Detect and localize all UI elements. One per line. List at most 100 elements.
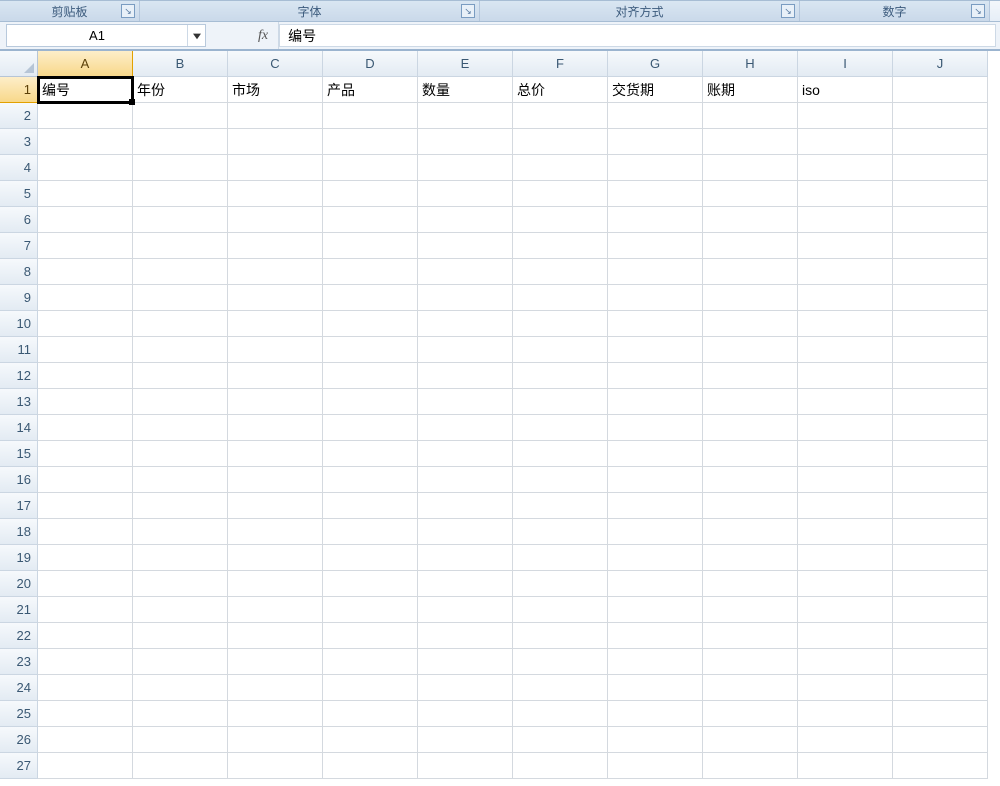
cell[interactable]	[513, 337, 608, 363]
cell[interactable]	[133, 519, 228, 545]
cell[interactable]	[798, 545, 893, 571]
cell[interactable]	[323, 441, 418, 467]
column-header[interactable]: D	[323, 51, 418, 77]
cell[interactable]	[703, 389, 798, 415]
cell[interactable]	[893, 727, 988, 753]
cell[interactable]	[418, 753, 513, 779]
cell[interactable]	[798, 493, 893, 519]
cell[interactable]	[798, 701, 893, 727]
cell[interactable]	[703, 259, 798, 285]
cell[interactable]	[228, 181, 323, 207]
cell[interactable]	[893, 545, 988, 571]
cell[interactable]	[703, 519, 798, 545]
cell[interactable]	[38, 415, 133, 441]
cell[interactable]	[513, 493, 608, 519]
cell[interactable]	[228, 675, 323, 701]
cell[interactable]	[608, 103, 703, 129]
cell[interactable]	[703, 623, 798, 649]
cell[interactable]	[608, 233, 703, 259]
cell[interactable]	[323, 597, 418, 623]
cell[interactable]	[703, 181, 798, 207]
column-header[interactable]: E	[418, 51, 513, 77]
cell[interactable]	[893, 389, 988, 415]
cell[interactable]	[133, 285, 228, 311]
cell[interactable]	[418, 597, 513, 623]
cell[interactable]	[38, 363, 133, 389]
cell[interactable]	[418, 441, 513, 467]
cell[interactable]	[133, 207, 228, 233]
name-box-value[interactable]: A1	[7, 28, 187, 43]
cell[interactable]	[798, 441, 893, 467]
row-header[interactable]: 7	[0, 233, 38, 259]
cell[interactable]	[228, 259, 323, 285]
row-header[interactable]: 16	[0, 467, 38, 493]
cell[interactable]	[608, 155, 703, 181]
cell[interactable]	[228, 519, 323, 545]
cell[interactable]	[418, 727, 513, 753]
cell[interactable]	[38, 207, 133, 233]
cell[interactable]	[703, 571, 798, 597]
cell[interactable]	[38, 675, 133, 701]
cell[interactable]	[893, 207, 988, 233]
cell[interactable]	[608, 389, 703, 415]
row-header[interactable]: 5	[0, 181, 38, 207]
cell[interactable]	[323, 285, 418, 311]
cell[interactable]	[323, 623, 418, 649]
cell[interactable]	[418, 623, 513, 649]
cell[interactable]	[798, 285, 893, 311]
cell[interactable]	[38, 545, 133, 571]
row-header[interactable]: 14	[0, 415, 38, 441]
row-header[interactable]: 25	[0, 701, 38, 727]
cell[interactable]: 交货期	[608, 77, 703, 103]
cell[interactable]	[228, 493, 323, 519]
cell[interactable]	[608, 129, 703, 155]
cell[interactable]	[228, 285, 323, 311]
cell[interactable]	[38, 727, 133, 753]
cell[interactable]	[513, 389, 608, 415]
cell[interactable]	[893, 77, 988, 103]
cell[interactable]	[323, 155, 418, 181]
row-header[interactable]: 9	[0, 285, 38, 311]
cell[interactable]	[323, 675, 418, 701]
cell[interactable]	[228, 753, 323, 779]
cell[interactable]	[513, 181, 608, 207]
cell[interactable]	[513, 597, 608, 623]
cell[interactable]	[133, 467, 228, 493]
cell[interactable]	[418, 467, 513, 493]
row-header[interactable]: 4	[0, 155, 38, 181]
cell[interactable]	[798, 233, 893, 259]
cell[interactable]	[133, 181, 228, 207]
row-header[interactable]: 21	[0, 597, 38, 623]
cell[interactable]	[38, 441, 133, 467]
cell[interactable]	[703, 545, 798, 571]
cell[interactable]	[513, 207, 608, 233]
cell[interactable]	[38, 493, 133, 519]
cell[interactable]	[38, 519, 133, 545]
cell[interactable]	[38, 103, 133, 129]
cell[interactable]	[608, 337, 703, 363]
row-header[interactable]: 17	[0, 493, 38, 519]
formula-input[interactable]: 编号	[279, 24, 996, 47]
cell[interactable]	[893, 363, 988, 389]
cell[interactable]	[608, 649, 703, 675]
cell[interactable]	[893, 337, 988, 363]
cell[interactable]	[703, 207, 798, 233]
cell[interactable]	[703, 363, 798, 389]
cell[interactable]	[323, 311, 418, 337]
dialog-launcher-icon[interactable]: ↘	[461, 4, 475, 18]
cell[interactable]	[38, 649, 133, 675]
name-box[interactable]: A1	[6, 24, 206, 47]
cell[interactable]	[323, 545, 418, 571]
cell[interactable]	[513, 233, 608, 259]
cell[interactable]: 年份	[133, 77, 228, 103]
cell[interactable]	[38, 597, 133, 623]
column-header[interactable]: G	[608, 51, 703, 77]
row-header[interactable]: 8	[0, 259, 38, 285]
cell[interactable]	[513, 103, 608, 129]
cell[interactable]: 总价	[513, 77, 608, 103]
cell[interactable]	[38, 467, 133, 493]
cell[interactable]	[418, 181, 513, 207]
cell[interactable]	[133, 649, 228, 675]
row-header[interactable]: 26	[0, 727, 38, 753]
cell[interactable]	[893, 285, 988, 311]
